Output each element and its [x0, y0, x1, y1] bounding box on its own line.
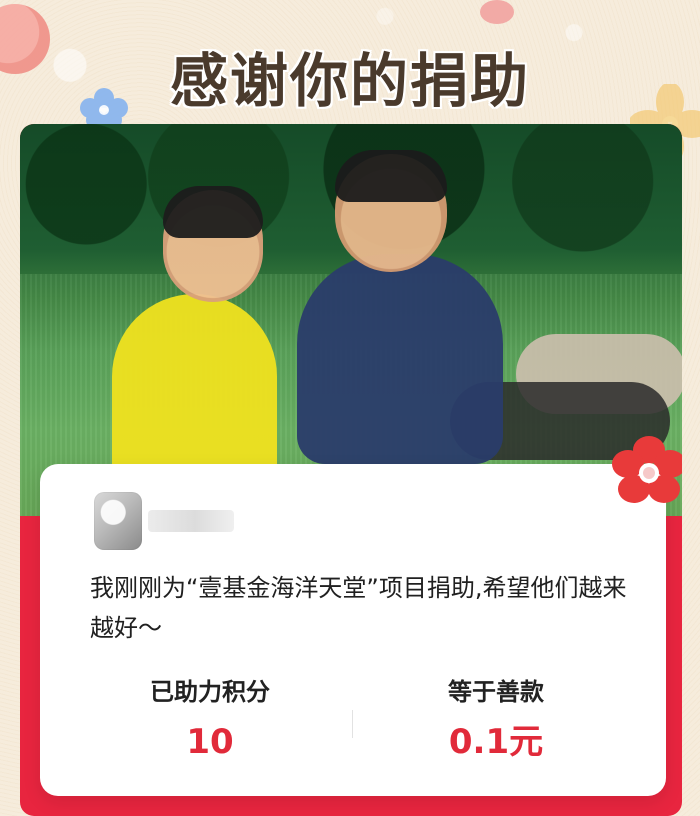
username-redacted — [148, 510, 234, 532]
money-label: 等于善款 — [448, 678, 544, 706]
points-stat: 已助力积分 10 — [80, 676, 340, 762]
donation-card: 我刚刚为“壹基金海洋天堂”项目捐助,希望他们越来越好～ 已助力积分 10 等于善… — [40, 464, 666, 796]
points-value: 10 — [186, 722, 234, 762]
donation-frame: 我刚刚为“壹基金海洋天堂”项目捐助,希望他们越来越好～ 已助力积分 10 等于善… — [20, 124, 682, 816]
stats-divider — [352, 710, 353, 738]
donation-message: 我刚刚为“壹基金海洋天堂”项目捐助,希望他们越来越好～ — [90, 574, 627, 642]
photo — [20, 124, 682, 516]
page-title: 感谢你的捐助 — [169, 47, 530, 115]
photo-man — [297, 254, 503, 464]
red-flower-icon — [612, 436, 682, 503]
money-stat: 等于善款 0.1元 — [366, 676, 626, 762]
donation-stats: 已助力积分 10 等于善款 0.1元 — [40, 676, 666, 776]
pink-petal-icon — [480, 0, 514, 24]
points-label: 已助力积分 — [150, 678, 270, 706]
donation-thanks-page: 感谢你的捐助 我刚刚为“壹基金海洋天堂”项目捐助,希望他们越来越好～ 已助力积分… — [0, 0, 700, 816]
photo-boy-hair — [163, 186, 263, 238]
photo-man-hair — [335, 150, 447, 202]
avatar — [94, 492, 142, 550]
money-value: 0.1元 — [448, 722, 544, 762]
